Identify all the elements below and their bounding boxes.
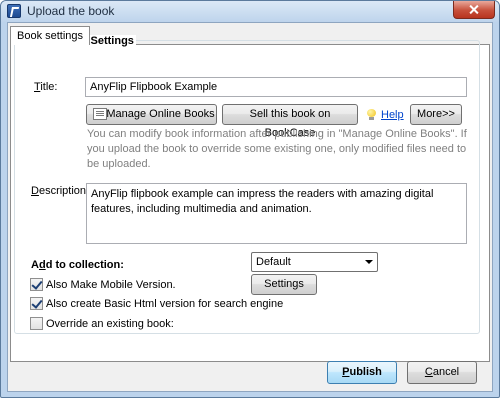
title-label: Title: — [34, 81, 58, 93]
cancel-button[interactable]: Cancel — [407, 361, 477, 384]
basic-html-checkbox[interactable] — [30, 297, 43, 310]
description-label: Description: — [31, 185, 90, 197]
collection-label: Add to collection: — [31, 259, 124, 271]
info-text: You can modify book information after pu… — [87, 128, 467, 170]
help-link[interactable]: Help — [381, 109, 404, 121]
description-textarea[interactable]: AnyFlip flipbook example can impress the… — [86, 183, 467, 244]
window-title: Upload the book — [27, 4, 115, 18]
chevron-down-icon — [365, 260, 373, 264]
basic-html-label: Also create Basic Html version for searc… — [46, 298, 284, 310]
override-book-checkbox[interactable] — [30, 317, 43, 330]
lightbulb-icon — [367, 109, 376, 120]
publish-button[interactable]: Publish — [327, 361, 397, 384]
title-input[interactable]: AnyFlip Flipbook Example — [85, 77, 467, 97]
app-logo-icon — [7, 4, 21, 18]
settings-button[interactable]: Settings — [251, 274, 317, 295]
more-button[interactable]: More>> — [410, 104, 462, 125]
mobile-version-label: Also Make Mobile Version. — [46, 279, 176, 291]
close-icon[interactable] — [453, 1, 495, 19]
override-book-label: Override an existing book: — [46, 318, 174, 330]
title-bar[interactable]: Upload the book — [1, 1, 499, 22]
collection-select[interactable]: Default — [251, 252, 378, 272]
manage-online-books-button[interactable]: Manage Online Books — [86, 104, 217, 125]
collection-selected-value: Default — [256, 256, 291, 268]
mobile-version-checkbox[interactable] — [30, 278, 43, 291]
upload-dialog: Upload the book Book settings HTML Meta … — [0, 0, 500, 398]
book-list-icon — [93, 108, 107, 120]
sell-on-bookcase-button[interactable]: Sell this book on BookCase — [222, 104, 358, 139]
tab-book-settings[interactable]: Book settings — [10, 26, 91, 45]
